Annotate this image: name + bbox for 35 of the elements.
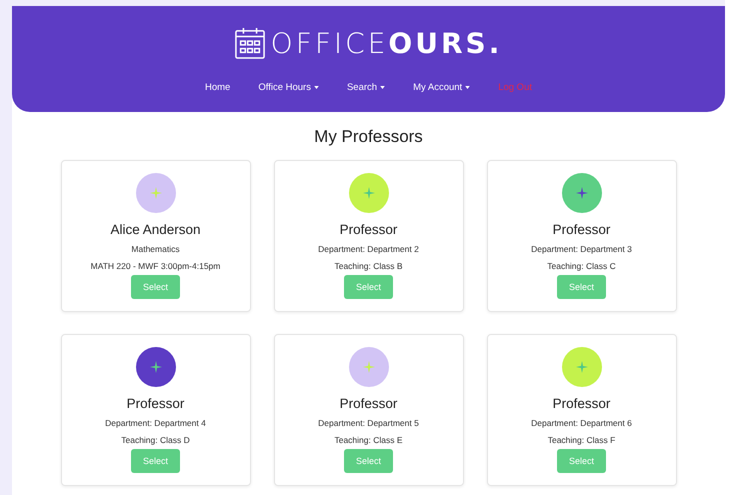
nav-dropdown[interactable]: Office Hours bbox=[258, 82, 319, 93]
nav-dropdown[interactable]: Search bbox=[346, 82, 386, 93]
select-button[interactable]: Select bbox=[344, 275, 393, 299]
logo-text: OFFICE OURS. bbox=[270, 26, 502, 60]
professor-name: Professor bbox=[552, 222, 610, 237]
professor-detail: Department: Department 4 bbox=[105, 418, 206, 428]
caret-icon bbox=[465, 86, 470, 89]
professor-detail: Teaching: Class C bbox=[547, 261, 616, 271]
professor-name: Professor bbox=[126, 396, 184, 411]
calendar-icon bbox=[234, 27, 265, 59]
professor-name: Professor bbox=[552, 396, 610, 411]
page-heading: My Professors bbox=[313, 127, 424, 147]
logout-link[interactable]: Log Out bbox=[498, 82, 532, 93]
professor-detail: Department: Department 6 bbox=[531, 418, 632, 428]
professor-detail: Teaching: Class D bbox=[121, 435, 190, 445]
professor-name: Professor bbox=[340, 222, 398, 237]
professor-name: Professor bbox=[340, 396, 398, 411]
professor-detail: Teaching: Class E bbox=[334, 435, 403, 445]
select-button[interactable]: Select bbox=[130, 275, 180, 299]
professor-detail: Teaching: Class B bbox=[334, 261, 403, 271]
select-button[interactable]: Select bbox=[130, 449, 180, 473]
caret-icon bbox=[380, 86, 386, 89]
professor-detail: Teaching: Class F bbox=[548, 435, 616, 445]
professor-name: Alice Anderson bbox=[110, 222, 201, 237]
nav-dropdown[interactable]: My Account bbox=[413, 82, 470, 93]
professor-detail: Department: Department 2 bbox=[318, 244, 419, 254]
select-button[interactable]: Select bbox=[556, 275, 606, 299]
professor-detail: Mathematics bbox=[131, 244, 180, 254]
professor-detail: Department: Department 3 bbox=[531, 244, 632, 254]
select-button[interactable]: Select bbox=[344, 449, 393, 473]
nav-link[interactable]: Home bbox=[205, 82, 230, 93]
select-button[interactable]: Select bbox=[556, 449, 606, 473]
professor-detail: MATH 220 - MWF 3:00pm-4:15pm bbox=[90, 261, 220, 271]
professor-detail: Department: Department 5 bbox=[318, 418, 419, 428]
caret-icon bbox=[314, 86, 319, 89]
